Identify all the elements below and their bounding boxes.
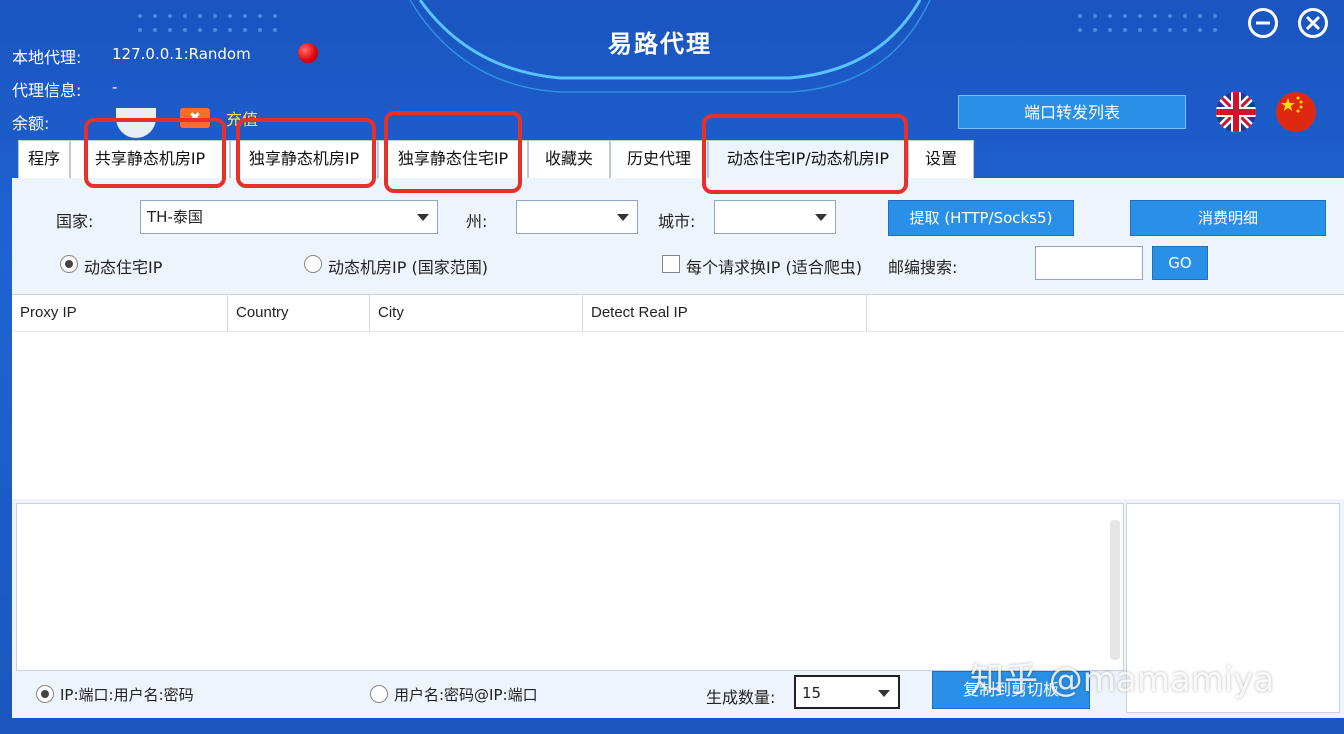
status-dot-icon [298, 43, 318, 63]
rotate-ip-label: 每个请求换IP (适合爬虫) [686, 258, 862, 277]
country-label: 国家: [56, 212, 94, 231]
balance-label: 余额: [12, 114, 50, 133]
highlight-box [384, 111, 522, 193]
output-textarea[interactable] [16, 503, 1124, 671]
format1-radio[interactable] [36, 685, 54, 703]
proxy-info-value: - [112, 78, 118, 96]
column-header-detect-real-ip[interactable]: Detect Real IP [583, 295, 867, 331]
residential-radio[interactable] [60, 255, 78, 273]
country-select[interactable]: TH-泰国 [140, 200, 438, 234]
residential-radio-label: 动态住宅IP [84, 258, 163, 277]
column-header-proxy-ip[interactable]: Proxy IP [12, 295, 228, 331]
minimize-icon [1256, 21, 1270, 25]
extract-button[interactable]: 提取 (HTTP/Socks5) [888, 200, 1074, 236]
column-header-city[interactable]: City [370, 295, 583, 331]
go-button[interactable]: GO [1152, 246, 1208, 280]
highlight-box [84, 118, 226, 188]
minimize-button[interactable] [1248, 8, 1278, 38]
proxy-table: Proxy IP Country City Detect Real IP [12, 294, 1344, 499]
rotate-ip-checkbox[interactable] [662, 255, 680, 273]
format1-label: IP:端口:用户名:密码 [60, 686, 194, 704]
local-proxy-value: 127.0.0.1:Random [112, 45, 251, 63]
city-select[interactable] [714, 200, 836, 234]
datacenter-radio-label: 动态机房IP (国家范围) [328, 258, 488, 277]
datacenter-radio[interactable] [304, 255, 322, 273]
chevron-down-icon [417, 214, 429, 221]
chinese-flag-icon[interactable] [1276, 92, 1316, 132]
close-icon [1305, 15, 1321, 31]
state-label: 州: [466, 212, 488, 231]
chevron-down-icon [878, 690, 890, 697]
chevron-down-icon [815, 214, 827, 221]
zip-search-input[interactable] [1035, 246, 1143, 280]
table-header-divider [12, 331, 1344, 332]
app-window: 易路代理 本地代理: 127.0.0.1:Random 代理信息: - 余额: … [0, 0, 1344, 734]
tab-settings[interactable]: 设置 [908, 140, 974, 178]
format2-radio[interactable] [370, 685, 388, 703]
close-button[interactable] [1298, 8, 1328, 38]
port-forward-button[interactable]: 端口转发列表 [958, 95, 1186, 129]
proxy-info-label: 代理信息: [12, 81, 82, 100]
consumption-details-button[interactable]: 消费明细 [1130, 200, 1326, 236]
country-select-value: TH-泰国 [147, 208, 203, 226]
zip-label: 邮编搜索: [888, 258, 958, 277]
local-proxy-label: 本地代理: [12, 48, 82, 67]
output-scrollbar[interactable] [1110, 520, 1120, 660]
state-select[interactable] [516, 200, 638, 234]
tab-history[interactable]: 历史代理 [610, 140, 708, 178]
watermark: 知乎 @mamamiya [970, 660, 1275, 700]
column-header-country[interactable]: Country [228, 295, 370, 331]
highlight-box [702, 114, 908, 194]
english-flag-icon[interactable] [1216, 92, 1256, 132]
format2-label: 用户名:密码@IP:端口 [394, 686, 538, 704]
city-label: 城市: [658, 212, 696, 231]
tab-program[interactable]: 程序 [18, 140, 70, 178]
count-select[interactable]: 15 [794, 675, 900, 709]
tab-favorites[interactable]: 收藏夹 [528, 140, 610, 178]
highlight-box [236, 118, 376, 188]
count-select-value: 15 [802, 684, 822, 702]
chevron-down-icon [617, 214, 629, 221]
app-title: 易路代理 [608, 29, 712, 58]
count-label: 生成数量: [706, 688, 776, 707]
